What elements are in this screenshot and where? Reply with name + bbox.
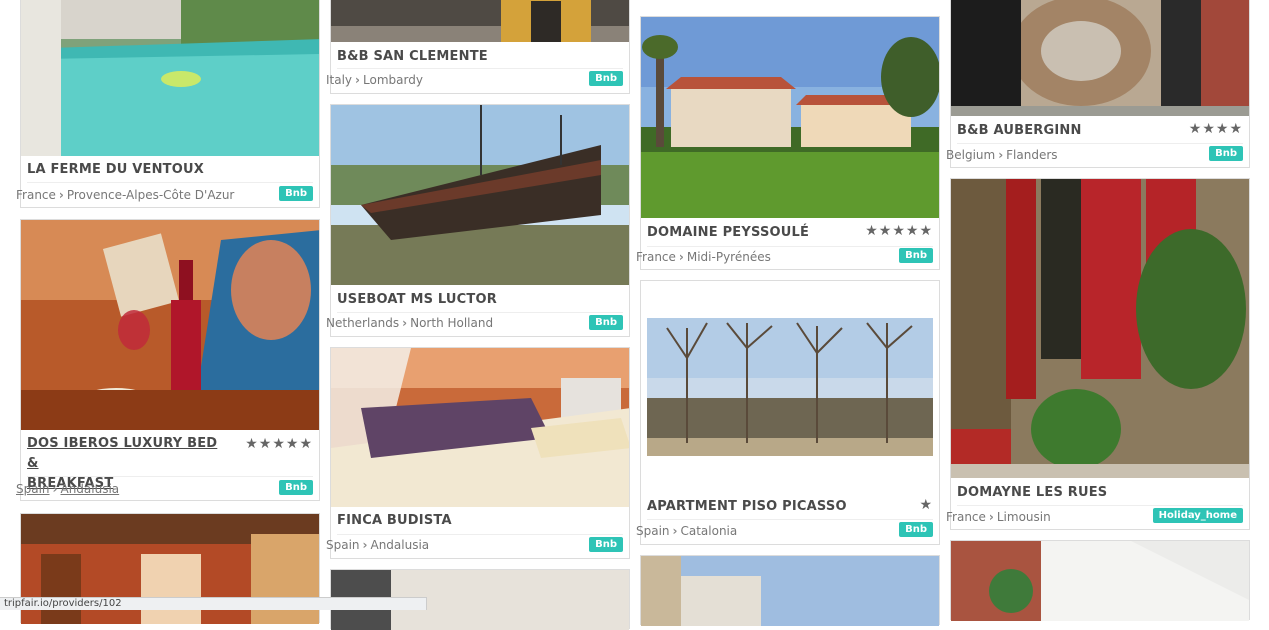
- type-badge: Bnb: [589, 315, 623, 330]
- property-title[interactable]: USEBOAT MS LUCTOR: [337, 290, 623, 310]
- property-card-auberginn[interactable]: B&B AUBERGINN ★★★★ Belgium › Flanders Bnb: [946, 0, 1250, 168]
- star-rating: ★: [919, 497, 933, 513]
- property-location[interactable]: Spain › Andalusia: [326, 537, 429, 553]
- property-location[interactable]: Spain › Catalonia: [636, 523, 737, 539]
- property-card-col3-next[interactable]: [640, 555, 940, 626]
- property-photo[interactable]: [331, 0, 629, 42]
- property-location[interactable]: Belgium › Flanders: [946, 147, 1058, 163]
- title-line-1[interactable]: DOS IBEROS LUXURY BED &: [27, 436, 217, 471]
- property-card-picasso[interactable]: APARTMENT PISO PICASSO ★ Spain › Catalonia…: [636, 280, 940, 545]
- property-card-col4-next[interactable]: [950, 540, 1250, 621]
- property-photo[interactable]: [331, 105, 629, 285]
- location-region[interactable]: Flanders: [1006, 148, 1057, 162]
- type-badge: Bnb: [279, 186, 313, 201]
- chevron-right-icon: ›: [355, 73, 360, 87]
- property-card-peyssoule[interactable]: DOMAINE PEYSSOULÉ ★★★★★ France › Midi-Pyré…: [636, 16, 940, 270]
- property-title[interactable]: B&B AUBERGINN: [957, 121, 1157, 141]
- location-region[interactable]: Limousin: [997, 510, 1051, 524]
- property-title[interactable]: FINCA BUDISTA: [337, 511, 623, 531]
- location-country[interactable]: Spain: [326, 538, 360, 552]
- chevron-right-icon: ›: [58, 188, 64, 202]
- property-title[interactable]: B&B SAN CLEMENTE: [337, 47, 623, 67]
- chevron-right-icon: ›: [988, 510, 994, 524]
- type-badge: Bnb: [899, 522, 933, 537]
- property-location[interactable]: Italy › Lombardy: [326, 72, 423, 88]
- chevron-right-icon: ›: [998, 148, 1004, 162]
- star-rating: ★★★★★: [865, 223, 933, 239]
- type-badge: Bnb: [589, 71, 623, 86]
- chevron-right-icon: ›: [362, 538, 368, 552]
- location-region[interactable]: Midi-Pyrénées: [687, 250, 771, 264]
- property-photo[interactable]: [641, 556, 939, 626]
- property-photo[interactable]: [21, 220, 319, 430]
- property-location[interactable]: France › Limousin: [946, 509, 1051, 525]
- property-photo[interactable]: [647, 318, 933, 456]
- property-card-clemente[interactable]: B&B SAN CLEMENTE Italy › Lombardy Bnb: [326, 0, 630, 94]
- property-photo[interactable]: [951, 0, 1249, 116]
- location-region[interactable]: North Holland: [410, 316, 493, 330]
- chevron-right-icon: ›: [678, 250, 684, 264]
- location-country[interactable]: Belgium: [946, 148, 995, 162]
- location-country[interactable]: France: [946, 510, 986, 524]
- property-location[interactable]: Netherlands › North Holland: [326, 315, 493, 331]
- property-photo[interactable]: [951, 179, 1249, 478]
- property-location[interactable]: France › Midi-Pyrénées: [636, 249, 771, 265]
- location-country[interactable]: Netherlands: [326, 316, 399, 330]
- property-title[interactable]: LA FERME DU VENTOUX: [27, 160, 313, 180]
- type-badge: Bnb: [899, 248, 933, 263]
- location-region[interactable]: Andalusia: [370, 538, 429, 552]
- star-rating: ★★★★: [1188, 121, 1243, 137]
- star-rating: ★★★★★: [245, 436, 313, 452]
- property-card-iberos[interactable]: DOS IBEROS LUXURY BED & BREAKFAST ★★★★★ …: [16, 219, 320, 501]
- location-country[interactable]: France: [16, 188, 56, 202]
- location-country[interactable]: Spain: [16, 482, 50, 496]
- type-badge: Holiday_home: [1152, 508, 1243, 523]
- property-card-rues[interactable]: DOMAYNE LES RUES France › Limousin Holiday…: [946, 178, 1250, 530]
- location-region[interactable]: Andalusia: [60, 482, 119, 496]
- type-badge: Bnb: [279, 480, 313, 495]
- location-region[interactable]: Lombardy: [363, 73, 423, 87]
- property-title[interactable]: DOMAINE PEYSSOULÉ: [647, 223, 847, 243]
- property-photo[interactable]: [21, 0, 319, 156]
- location-region[interactable]: Provence-Alpes-Côte D'Azur: [67, 188, 235, 202]
- location-country[interactable]: France: [636, 250, 676, 264]
- chevron-right-icon: ›: [52, 482, 58, 496]
- property-location[interactable]: Spain › Andalusia: [16, 481, 119, 497]
- chevron-right-icon: ›: [402, 316, 408, 330]
- property-photo[interactable]: [641, 17, 939, 218]
- property-card-ventoux[interactable]: LA FERME DU VENTOUX France › Provence-Alpe…: [16, 0, 320, 208]
- status-bar-url: tripfair.io/providers/102: [0, 597, 427, 610]
- location-country[interactable]: Italy: [326, 73, 352, 87]
- location-region[interactable]: Catalonia: [680, 524, 737, 538]
- property-photo[interactable]: [331, 348, 629, 507]
- property-card-luctor[interactable]: USEBOAT MS LUCTOR Netherlands › North Holl…: [326, 104, 630, 337]
- type-badge: Bnb: [1209, 146, 1243, 161]
- chevron-right-icon: ›: [672, 524, 678, 538]
- property-photo[interactable]: [951, 541, 1249, 621]
- location-country[interactable]: Spain: [636, 524, 670, 538]
- property-location[interactable]: France › Provence-Alpes-Côte D'Azur: [16, 187, 234, 203]
- property-card-budista[interactable]: FINCA BUDISTA Spain › Andalusia Bnb: [326, 347, 630, 559]
- type-badge: Bnb: [589, 537, 623, 552]
- property-title[interactable]: DOMAYNE LES RUES: [957, 483, 1243, 503]
- property-title[interactable]: APARTMENT PISO PICASSO: [647, 497, 897, 517]
